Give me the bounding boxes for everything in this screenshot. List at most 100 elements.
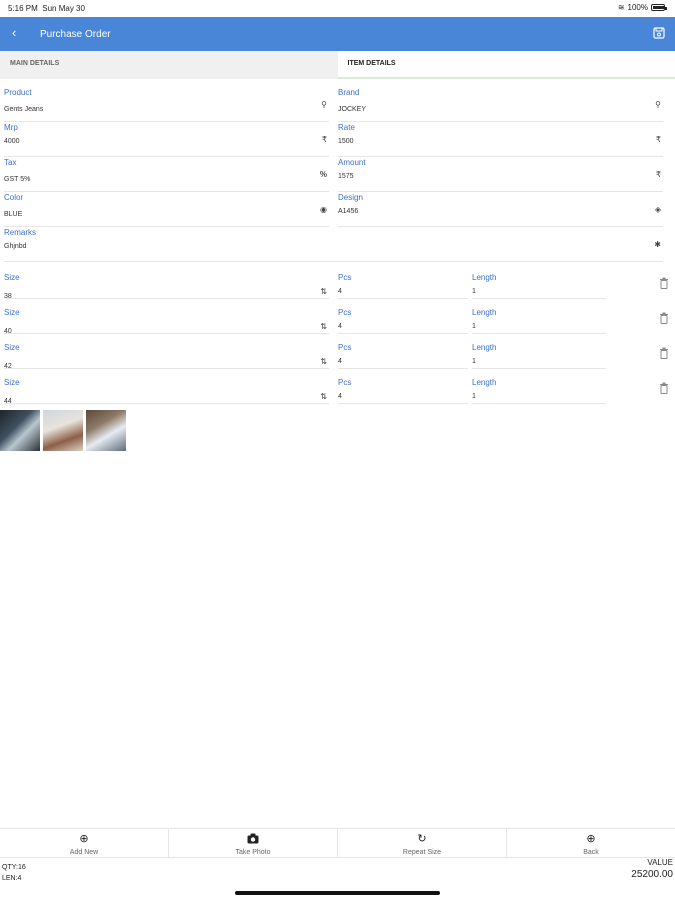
pcs-value: 4: [338, 323, 342, 330]
sort-arrows-icon[interactable]: ⇅: [320, 392, 327, 401]
size-label: Size: [4, 343, 20, 352]
camera-icon: [169, 833, 337, 845]
size-row: Size 44 ⇅ Pcs 4 Length 1: [0, 378, 675, 413]
length-cell[interactable]: Length 1: [472, 308, 606, 334]
pcs-cell[interactable]: Pcs 4: [338, 308, 468, 334]
length-value: 1: [472, 393, 476, 400]
rupee-icon: ₹: [655, 170, 661, 179]
tab-item-details[interactable]: ITEM DETAILS: [337, 51, 675, 79]
pcs-value: 4: [338, 358, 342, 365]
brand-value: JOCKEY: [338, 106, 367, 113]
size-value: 44: [4, 398, 12, 405]
pcs-label: Pcs: [338, 378, 352, 387]
repeat-size-button[interactable]: ↻ Repeat Size: [338, 829, 507, 857]
design-field[interactable]: Design A1456 ◈: [338, 193, 663, 227]
pcs-value: 4: [338, 393, 342, 400]
size-cell[interactable]: Size 40 ⇅: [4, 308, 329, 335]
photo-strip: [0, 410, 126, 451]
tab-bar: MAIN DETAILS ITEM DETAILS: [0, 51, 675, 79]
tax-value: GST 5%: [4, 176, 31, 183]
len-total: LEN:4: [2, 875, 22, 882]
value-total: 25200.00: [631, 869, 673, 880]
photo-thumbnail[interactable]: [86, 410, 126, 451]
color-target-icon[interactable]: ◉: [320, 205, 327, 214]
take-photo-button[interactable]: Take Photo: [169, 829, 338, 857]
page-title: Purchase Order: [40, 29, 111, 40]
app-bar: ‹ Purchase Order: [0, 17, 675, 51]
length-cell[interactable]: Length 1: [472, 343, 606, 369]
size-label: Size: [4, 308, 20, 317]
amount-field: Amount 1575 ₹: [338, 158, 663, 192]
sort-arrows-icon[interactable]: ⇅: [320, 322, 327, 331]
status-bar: 5:16 PM Sun May 30 ≋ 100%: [0, 0, 675, 17]
length-cell[interactable]: Length 1: [472, 378, 606, 404]
design-label: Design: [338, 193, 363, 202]
trash-icon[interactable]: [659, 312, 669, 324]
pcs-label: Pcs: [338, 273, 352, 282]
trash-icon[interactable]: [659, 277, 669, 289]
mrp-field[interactable]: Mrp 4000 ₹: [4, 123, 329, 157]
length-label: Length: [472, 308, 497, 317]
trash-icon[interactable]: [659, 347, 669, 359]
size-value: 40: [4, 328, 12, 335]
photo-thumbnail[interactable]: [0, 410, 40, 451]
design-value: A1456: [338, 208, 359, 215]
size-cell[interactable]: Size 44 ⇅: [4, 378, 329, 405]
qty-total: QTY:16: [2, 864, 26, 871]
size-cell[interactable]: Size 38 ⇅: [4, 273, 329, 300]
pcs-cell[interactable]: Pcs 4: [338, 343, 468, 369]
product-field[interactable]: Product Gents Jeans ⚲: [4, 88, 329, 122]
home-indicator[interactable]: [235, 891, 440, 895]
chevron-left-icon[interactable]: ‹: [12, 25, 16, 40]
size-cell[interactable]: Size 42 ⇅: [4, 343, 329, 370]
search-icon[interactable]: ⚲: [321, 100, 327, 109]
tax-field[interactable]: Tax GST 5% %: [4, 158, 329, 192]
percent-icon: %: [319, 170, 327, 179]
back-button[interactable]: ⊕ Back: [507, 829, 675, 857]
remarks-label: Remarks: [4, 228, 37, 237]
save-icon[interactable]: [653, 27, 665, 39]
photo-thumbnail[interactable]: [43, 410, 83, 451]
trash-icon[interactable]: [659, 382, 669, 394]
sort-arrows-icon[interactable]: ⇅: [320, 357, 327, 366]
rate-value: 1500: [338, 138, 354, 145]
battery-percent: 100%: [627, 3, 648, 12]
brand-label: Brand: [338, 88, 360, 97]
plus-circle-icon: ⊕: [586, 833, 596, 845]
remarks-field[interactable]: Remarks Ghjnbd ✱: [4, 228, 663, 262]
size-value: 38: [4, 293, 12, 300]
battery-icon: [651, 4, 667, 11]
pcs-value: 4: [338, 288, 342, 295]
search-icon[interactable]: ⚲: [655, 100, 661, 109]
tab-main-details[interactable]: MAIN DETAILS: [0, 51, 338, 79]
length-value: 1: [472, 323, 476, 330]
rate-label: Rate: [338, 123, 355, 132]
size-label: Size: [4, 273, 20, 282]
color-value: BLUE: [4, 211, 23, 218]
rate-field[interactable]: Rate 1500 ₹: [338, 123, 663, 157]
length-value: 1: [472, 358, 476, 365]
asterisk-icon: ✱: [654, 240, 661, 249]
rupee-icon: ₹: [321, 135, 327, 144]
color-label: Color: [4, 193, 24, 202]
size-label: Size: [4, 378, 20, 387]
length-label: Length: [472, 343, 497, 352]
value-label: VALUE: [647, 858, 673, 867]
refresh-icon: ↻: [417, 833, 427, 845]
value-summary: VALUE 25200.00: [631, 858, 673, 880]
mrp-value: 4000: [4, 138, 20, 145]
add-new-button[interactable]: ⊕ Add New: [0, 829, 169, 857]
pcs-cell[interactable]: Pcs 4: [338, 378, 468, 404]
tax-label: Tax: [4, 158, 17, 167]
sort-arrows-icon[interactable]: ⇅: [320, 287, 327, 296]
product-label: Product: [4, 88, 32, 97]
size-row: Size 42 ⇅ Pcs 4 Length 1: [0, 343, 675, 378]
length-cell[interactable]: Length 1: [472, 273, 606, 299]
wifi-icon: ≋: [617, 3, 625, 12]
length-label: Length: [472, 273, 497, 282]
brand-field[interactable]: Brand JOCKEY ⚲: [338, 88, 663, 122]
diamond-icon[interactable]: ◈: [655, 205, 661, 214]
pcs-cell[interactable]: Pcs 4: [338, 273, 468, 299]
color-field[interactable]: Color BLUE ◉: [4, 193, 329, 227]
status-time: 5:16 PM Sun May 30: [8, 4, 85, 13]
